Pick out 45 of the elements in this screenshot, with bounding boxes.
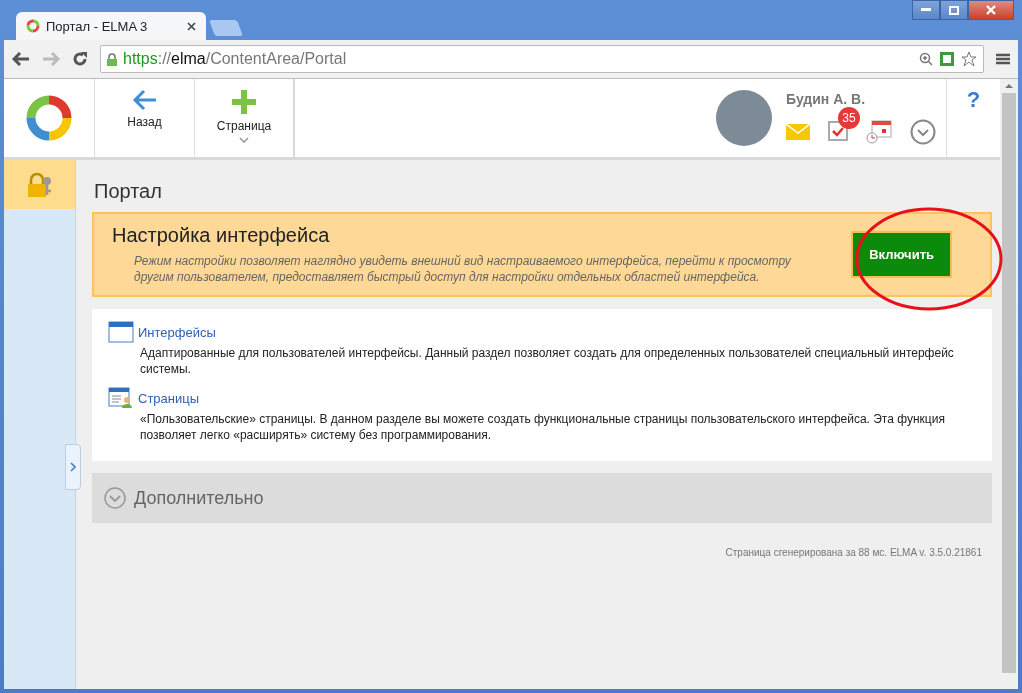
scrollbar[interactable] [1000,79,1018,689]
window-icon [108,321,134,343]
chevron-down-circle-icon [104,487,126,509]
banner-title: Настройка интерфейса [112,224,331,247]
sidebar-toggle[interactable] [65,444,81,490]
chevron-down-circle-icon[interactable] [910,119,936,145]
page-title: Портал [94,180,163,204]
user-name[interactable]: Будин А. В. [786,91,936,107]
maximize-button[interactable] [940,0,968,20]
maximize-icon [949,5,959,15]
close-icon[interactable] [187,21,196,31]
close-icon [986,5,996,15]
more-toggle[interactable]: Дополнительно [92,473,992,523]
minimize-button[interactable] [912,0,940,20]
minimize-icon [921,8,931,12]
footer-text: Страница сгенерирована за 88 мс. ELMA v. 3.5.0.21861 [724,546,983,558]
section-description: «Пользовательские» страницы. В данном разделе вы можете создать функциональные страницы пользовательского интерфейса. Эта функция позволяет легко «расширять» систему без программирования. [139,411,946,443]
avatar-photo-placeholder[interactable] [716,90,772,146]
menu-icon[interactable] [996,53,1010,65]
lock-key-icon [25,170,54,199]
chevron-right-icon [70,462,76,472]
address-field[interactable]: https://elma/ContentArea/Portal [100,45,984,73]
calendar-clock-icon[interactable] [866,120,892,144]
lock-icon [107,52,117,66]
add-page-button[interactable]: Страница [195,79,295,157]
task-count-badge: 35 [838,107,860,129]
browser-tab[interactable]: Портал - ELMA 3 [16,12,206,40]
close-button[interactable] [968,0,1014,20]
section-link[interactable]: Страницы [138,390,200,406]
zoom-icon[interactable] [919,52,933,66]
scroll-up-icon[interactable] [1005,83,1013,89]
star-icon[interactable] [961,51,977,67]
plus-icon [231,89,257,115]
back-arrow-icon [131,89,158,111]
section-description: Адаптированные для пользователей интерфейсы. Данный раздел позволяет создать для определенных пользователей специальный интерфейс системы. [139,345,955,377]
section-link[interactable]: Интерфейсы [138,324,216,340]
reload-icon[interactable] [72,51,88,67]
extension-icon[interactable] [939,51,955,67]
back-icon[interactable] [12,52,30,66]
enable-button[interactable]: Включить [851,231,952,278]
back-button[interactable]: Назад [95,79,195,157]
ring-logo-icon[interactable] [25,94,73,142]
ring-logo-icon [26,19,40,33]
banner-description: Режим настройки позволяет наглядно увидеть внешний вид настраиваемого интерфейса, перейти к просмотру другим пользователем, предоставляет быстрый доступ для настройки отдельных областей интерфейса. [133,253,792,285]
page-user-icon [108,387,134,409]
